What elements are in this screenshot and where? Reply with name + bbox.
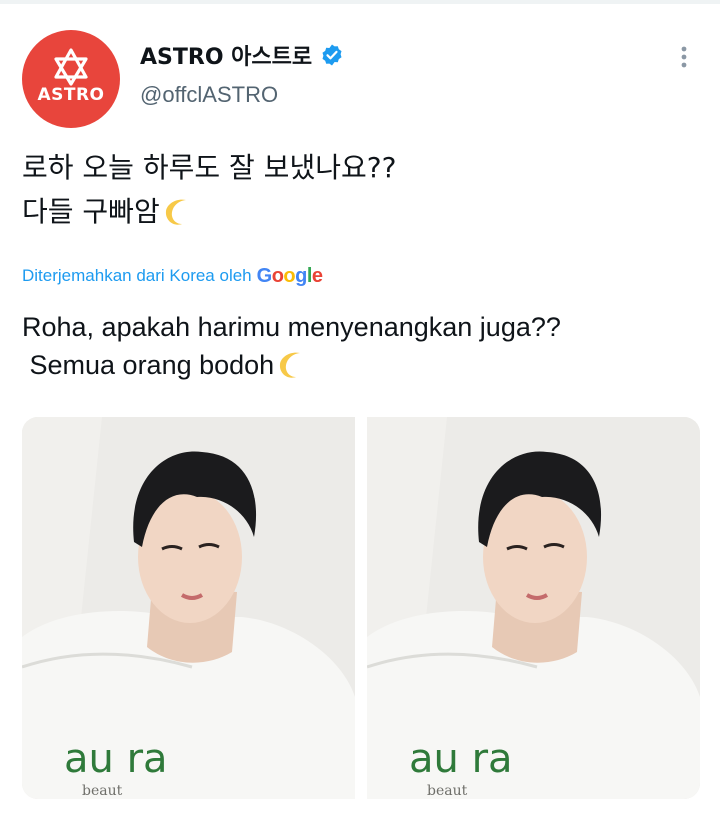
verified-badge-icon (322, 44, 342, 66)
avatar[interactable]: ASTRO (22, 30, 120, 128)
shirt-print-sub: beaut (427, 783, 468, 799)
translated-line: Semua orang bodoh (22, 350, 275, 380)
translated-line-with-emoji: Semua orang bodoh (22, 346, 702, 384)
tweet-photo-1[interactable]: au ra beaut (22, 417, 355, 799)
tweet-photo-2[interactable]: au ra beaut (367, 417, 700, 799)
top-divider (0, 0, 720, 4)
crescent-moon-icon (165, 199, 186, 225)
shirt-print: au ra (64, 736, 168, 782)
more-options-icon[interactable] (669, 42, 699, 72)
tweet-text-original: 로하 오늘 하루도 잘 보냈나요?? 다들 구빠암 (22, 146, 702, 234)
selfie-illustration: au ra beaut (367, 417, 700, 799)
shirt-print: au ra (409, 736, 513, 782)
tweet-line: 로하 오늘 하루도 잘 보냈나요?? (22, 151, 397, 184)
translation-label[interactable]: Diterjemahkan dari Korea oleh (22, 266, 252, 286)
google-logo: Google (256, 264, 323, 287)
media-grid: au ra beaut au ra beaut (22, 417, 700, 799)
tweet-line: 다들 구빠암 (22, 195, 160, 228)
tweet-header: ASTRO ASTRO 아스트로 @offclASTRO (22, 30, 702, 130)
account-handle[interactable]: @offclASTRO (140, 82, 278, 108)
shirt-print-sub: beaut (82, 783, 123, 799)
translated-line: Roha, apakah harimu menyenangkan juga?? (22, 312, 561, 342)
tweet-text-translated: Roha, apakah harimu menyenangkan juga?? … (22, 308, 702, 384)
avatar-logo-text: ASTRO (37, 85, 105, 105)
tweet-line-with-emoji: 다들 구빠암 (22, 190, 702, 234)
display-name[interactable]: ASTRO 아스트로 (140, 39, 312, 71)
crescent-moon-icon (280, 352, 301, 378)
translation-attribution[interactable]: Diterjemahkan dari Korea oleh Google (22, 262, 323, 290)
astro-logo-icon (54, 48, 88, 86)
name-row[interactable]: ASTRO 아스트로 (140, 40, 344, 70)
selfie-illustration: au ra beaut (22, 417, 355, 799)
